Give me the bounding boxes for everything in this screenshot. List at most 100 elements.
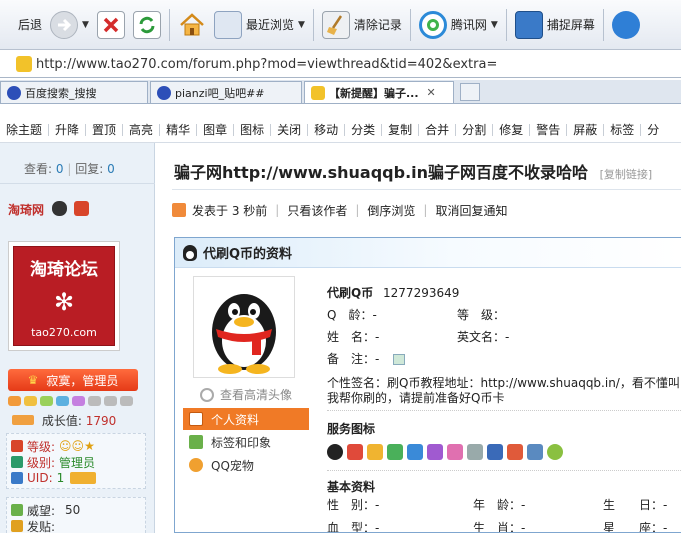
profile-card-icon	[189, 412, 203, 426]
phone-icon[interactable]	[487, 444, 503, 460]
gem-icon	[8, 396, 21, 406]
posts-icon	[11, 520, 23, 532]
vip-icon	[12, 415, 34, 425]
qq-age-row: Q 龄：-	[327, 308, 377, 322]
mod-action[interactable]: 图章	[197, 123, 235, 136]
mod-action[interactable]: 升降	[49, 123, 87, 136]
close-tab-icon[interactable]: ✕	[427, 86, 436, 99]
post-meta-bar: 发表于 3 秒前 | 只看该作者 | 倒序浏览 | 取消回复通知	[172, 199, 681, 221]
mod-action[interactable]: 移动	[308, 123, 346, 136]
mod-action[interactable]: 除主题	[0, 123, 50, 136]
user-level-box: 等级: ☺☺★ 级别: 管理员 UID: 1	[6, 433, 146, 489]
address-bar[interactable]: http://www.tao270.com/forum.php?mod=view…	[0, 51, 681, 78]
refresh-button[interactable]	[129, 5, 165, 45]
mod-action[interactable]: 标签	[604, 123, 642, 136]
mod-action[interactable]: 合并	[419, 123, 457, 136]
post-main: 骗子网http://www.shuaqqb.in骗子网百度不收录哈哈 [复制链接…	[156, 143, 681, 533]
mod-action[interactable]: 高亮	[123, 123, 161, 136]
divider	[0, 183, 155, 184]
mod-action[interactable]: 屏蔽	[567, 123, 605, 136]
recent-dropdown-icon[interactable]: ▼	[298, 20, 305, 30]
home-button[interactable]	[174, 5, 210, 45]
back-button[interactable]: 后退	[0, 5, 46, 45]
cancel-notify-link[interactable]: 取消回复通知	[435, 202, 507, 219]
tab-strip: 百度搜索_搜搜 pianzi吧_贴吧## 【新提醒】骗子... ✕	[0, 80, 681, 104]
recent-history-icon	[213, 10, 242, 39]
author-sidebar: 查看: 0 | 回复: 0 淘琦网 淘琦论坛 ✻ tao270.com ♛ 寂寞…	[0, 143, 155, 534]
capture-screen-button[interactable]: 捕捉屏幕	[511, 5, 599, 45]
mod-action[interactable]: 图标	[234, 123, 272, 136]
browser-globe-button[interactable]	[608, 5, 644, 45]
smiley-icon: ☺☺★	[59, 439, 95, 453]
menu-tags[interactable]: 标签和印象	[183, 431, 309, 453]
reverse-order-link[interactable]: 倒序浏览	[367, 202, 415, 219]
green-diamond-icon[interactable]	[387, 444, 403, 460]
screen-capture-icon	[514, 10, 543, 39]
mod-action[interactable]: 分	[641, 124, 665, 136]
tab-baidu-search[interactable]: 百度搜索_搜搜	[0, 81, 148, 103]
music-icon[interactable]	[507, 444, 523, 460]
toolbar-separator	[602, 8, 604, 41]
author-name[interactable]: 淘琦网	[8, 201, 44, 218]
qq-service-icon[interactable]	[327, 444, 343, 460]
profile-menu: 个人资料 标签和印象 QQ宠物	[183, 408, 309, 477]
qq-number: 1277293649	[383, 286, 460, 300]
red-diamond-icon[interactable]	[347, 444, 363, 460]
posts-row: 发贴:	[9, 518, 143, 534]
mod-action[interactable]: 分类	[345, 123, 383, 136]
blood-type-row: 血 型：-	[327, 521, 380, 533]
services-title: 服务图标	[327, 422, 376, 436]
tencent-button[interactable]: 腾讯网 ▼	[415, 5, 502, 45]
stop-button[interactable]	[93, 5, 129, 45]
recent-label: 最近浏览	[245, 18, 294, 32]
year-badge-icon	[74, 201, 89, 216]
forum-logo-avatar[interactable]: 淘琦论坛 ✻ tao270.com	[8, 241, 120, 351]
copy-link[interactable]: [复制链接]	[600, 168, 653, 181]
moderation-bar: 除主题 升降 置顶 高亮 精华 图章 图标 关闭 移动 分类 复制 合并 分割 …	[0, 117, 681, 143]
rank-icon	[11, 456, 23, 468]
name-row: 姓 名：-	[327, 330, 380, 344]
note-row: 备 注：-	[327, 350, 406, 367]
edit-note-icon[interactable]	[393, 354, 406, 365]
tencent-logo-icon	[418, 10, 447, 39]
tencent-dropdown-icon[interactable]: ▼	[491, 20, 498, 30]
recent-button[interactable]: 最近浏览 ▼	[210, 5, 309, 45]
gem-icon	[120, 396, 133, 406]
tab-tieba[interactable]: pianzi吧_贴吧##	[150, 81, 302, 103]
mod-action[interactable]: 置顶	[86, 123, 124, 136]
mod-action[interactable]: 复制	[382, 123, 420, 136]
purple-diamond-icon[interactable]	[427, 444, 443, 460]
blue-diamond-icon[interactable]	[407, 444, 423, 460]
gray-diamond-icon[interactable]	[467, 444, 483, 460]
qq-avatar[interactable]	[193, 276, 295, 378]
snowflake-icon: ✻	[53, 288, 75, 316]
tencent-label: 腾讯网	[450, 18, 487, 32]
only-author-link[interactable]: 只看该作者	[287, 202, 347, 219]
mod-action[interactable]: 警告	[530, 123, 568, 136]
menu-qq-pet[interactable]: QQ宠物	[183, 454, 309, 476]
back-arrow-icon	[4, 11, 14, 39]
mod-action[interactable]: 分割	[456, 123, 494, 136]
tab-current-thread[interactable]: 【新提醒】骗子... ✕	[304, 81, 454, 103]
gem-icon	[72, 396, 85, 406]
menu-personal-info[interactable]: 个人资料	[183, 408, 309, 430]
qq-penguin-icon	[52, 201, 67, 216]
yellow-diamond-icon[interactable]	[367, 444, 383, 460]
mod-action[interactable]: 关闭	[271, 123, 309, 136]
forward-dropdown-icon[interactable]: ▼	[82, 20, 89, 30]
clear-history-button[interactable]: 清除记录	[318, 5, 406, 45]
mobile-icon[interactable]	[527, 444, 543, 460]
stop-icon	[96, 10, 125, 39]
view-hd-avatar-link[interactable]: 查看高清头像	[200, 386, 292, 403]
site-favicon-icon	[311, 85, 325, 100]
mod-action[interactable]: 精华	[160, 123, 198, 136]
level-icon	[11, 440, 23, 452]
qq-penguin-icon	[183, 244, 197, 261]
leaf-icon[interactable]	[547, 444, 563, 460]
new-tab-button[interactable]	[460, 83, 480, 101]
url-text[interactable]: http://www.tao270.com/forum.php?mod=view…	[36, 57, 497, 72]
forward-button[interactable]: ▼	[46, 5, 93, 45]
mod-action[interactable]: 修复	[493, 123, 531, 136]
qq-penguin-icon	[212, 294, 276, 374]
pink-diamond-icon[interactable]	[447, 444, 463, 460]
